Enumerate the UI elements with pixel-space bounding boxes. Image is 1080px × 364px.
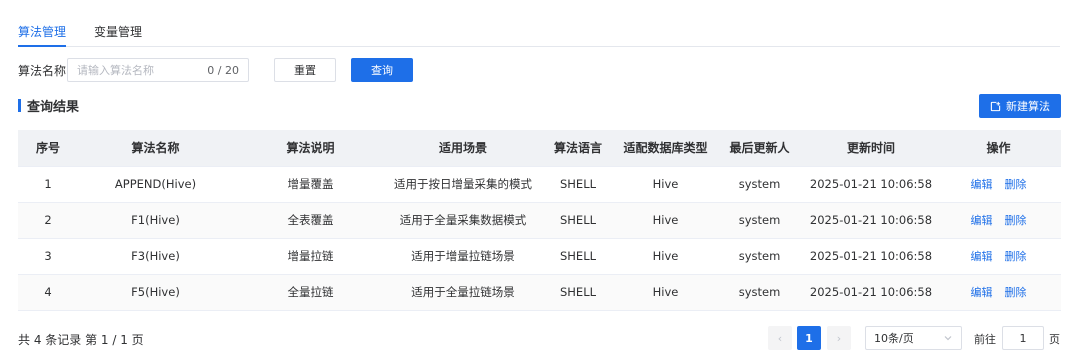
- algorithm-name-input[interactable]: [77, 63, 208, 77]
- delete-link[interactable]: 删除: [1005, 214, 1027, 227]
- page-number-button[interactable]: 1: [797, 326, 821, 350]
- table-row: 2 F1(Hive) 全表覆盖 适用于全量采集数据模式 SHELL Hive s…: [18, 202, 1061, 239]
- cell-name: F1(Hive): [78, 202, 233, 239]
- char-counter: 0 / 20: [207, 63, 239, 77]
- cell-db-type: Hive: [618, 202, 713, 239]
- cell-description: 全量拉链: [233, 274, 388, 311]
- cell-description: 全表覆盖: [233, 202, 388, 239]
- new-algorithm-button[interactable]: 新建算法: [979, 94, 1061, 118]
- cell-updater: system: [713, 238, 806, 275]
- new-algorithm-label: 新建算法: [1006, 100, 1050, 113]
- edit-link[interactable]: 编辑: [971, 286, 993, 299]
- cell-language: SHELL: [538, 274, 618, 311]
- delete-link[interactable]: 删除: [1005, 250, 1027, 263]
- tab-variable-management[interactable]: 变量管理: [94, 20, 142, 47]
- cell-scene: 适用于全量拉链场景: [388, 274, 538, 311]
- cell-actions: 编辑 删除: [936, 274, 1061, 311]
- cell-actions: 编辑 删除: [936, 202, 1061, 239]
- cell-index: 2: [18, 202, 78, 239]
- results-title: 查询结果: [27, 99, 80, 115]
- header-index: 序号: [18, 130, 78, 167]
- edit-link[interactable]: 编辑: [971, 178, 993, 191]
- delete-link[interactable]: 删除: [1005, 286, 1027, 299]
- edit-link[interactable]: 编辑: [971, 214, 993, 227]
- main-card: 算法管理 变量管理 算法名称 0 / 20 重置 查询 查询结果 新建算法 序号…: [0, 0, 1080, 364]
- table-row: 3 F3(Hive) 增量拉链 适用于增量拉链场景 SHELL Hive sys…: [18, 238, 1061, 275]
- results-heading: 查询结果: [18, 97, 80, 115]
- goto-page-input[interactable]: [1002, 326, 1044, 350]
- heading-accent-bar: [18, 98, 21, 112]
- cell-update-time: 2025-01-21 10:06:58: [806, 166, 936, 203]
- cell-db-type: Hive: [618, 166, 713, 203]
- header-name: 算法名称: [78, 130, 233, 167]
- query-button[interactable]: 查询: [351, 58, 413, 82]
- cell-language: SHELL: [538, 202, 618, 239]
- cell-language: SHELL: [538, 166, 618, 203]
- table-header-row: 序号 算法名称 算法说明 适用场景 算法语言 适配数据库类型 最后更新人 更新时…: [18, 130, 1061, 167]
- cell-scene: 适用于全量采集数据模式: [388, 202, 538, 239]
- cell-name: F3(Hive): [78, 238, 233, 275]
- goto-label: 前往: [974, 333, 996, 346]
- header-db-type: 适配数据库类型: [618, 130, 713, 167]
- prev-page-button[interactable]: ‹: [768, 326, 792, 350]
- cell-index: 1: [18, 166, 78, 203]
- table-row: 1 APPEND(Hive) 增量覆盖 适用于按日增量采集的模式 SHELL H…: [18, 166, 1061, 203]
- cell-index: 3: [18, 238, 78, 275]
- tab-bar: 算法管理 变量管理: [18, 20, 1060, 47]
- cell-update-time: 2025-01-21 10:06:58: [806, 238, 936, 275]
- cell-name: F5(Hive): [78, 274, 233, 311]
- chevron-down-icon: [943, 333, 953, 343]
- add-square-icon: [990, 101, 1001, 112]
- tab-algorithm-management[interactable]: 算法管理: [18, 20, 67, 47]
- cell-updater: system: [713, 274, 806, 311]
- algorithm-table: 序号 算法名称 算法说明 适用场景 算法语言 适配数据库类型 最后更新人 更新时…: [18, 130, 1061, 311]
- cell-actions: 编辑 删除: [936, 238, 1061, 275]
- cell-update-time: 2025-01-21 10:06:58: [806, 274, 936, 311]
- cell-scene: 适用于增量拉链场景: [388, 238, 538, 275]
- cell-scene: 适用于按日增量采集的模式: [388, 166, 538, 203]
- cell-language: SHELL: [538, 238, 618, 275]
- reset-button[interactable]: 重置: [274, 58, 336, 82]
- header-update-time: 更新时间: [806, 130, 936, 167]
- cell-db-type: Hive: [618, 274, 713, 311]
- header-language: 算法语言: [538, 130, 618, 167]
- header-scene: 适用场景: [388, 130, 538, 167]
- cell-update-time: 2025-01-21 10:06:58: [806, 202, 936, 239]
- cell-db-type: Hive: [618, 238, 713, 275]
- edit-link[interactable]: 编辑: [971, 250, 993, 263]
- header-description: 算法说明: [233, 130, 388, 167]
- table-row: 4 F5(Hive) 全量拉链 适用于全量拉链场景 SHELL Hive sys…: [18, 274, 1061, 311]
- pagination-total: 共 4 条记录 第 1 / 1 页: [18, 333, 144, 347]
- delete-link[interactable]: 删除: [1005, 178, 1027, 191]
- page-size-value: 10条/页: [874, 332, 914, 345]
- algorithm-name-label: 算法名称: [18, 64, 67, 78]
- cell-updater: system: [713, 166, 806, 203]
- cell-actions: 编辑 删除: [936, 166, 1061, 203]
- cell-index: 4: [18, 274, 78, 311]
- header-actions: 操作: [936, 130, 1061, 167]
- algorithm-name-input-box[interactable]: 0 / 20: [67, 58, 249, 82]
- cell-updater: system: [713, 202, 806, 239]
- goto-unit: 页: [1049, 333, 1060, 346]
- cell-name: APPEND(Hive): [78, 166, 233, 203]
- header-updater: 最后更新人: [713, 130, 806, 167]
- page-size-select[interactable]: 10条/页: [865, 326, 962, 350]
- cell-description: 增量拉链: [233, 238, 388, 275]
- cell-description: 增量覆盖: [233, 166, 388, 203]
- next-page-button[interactable]: ›: [827, 326, 851, 350]
